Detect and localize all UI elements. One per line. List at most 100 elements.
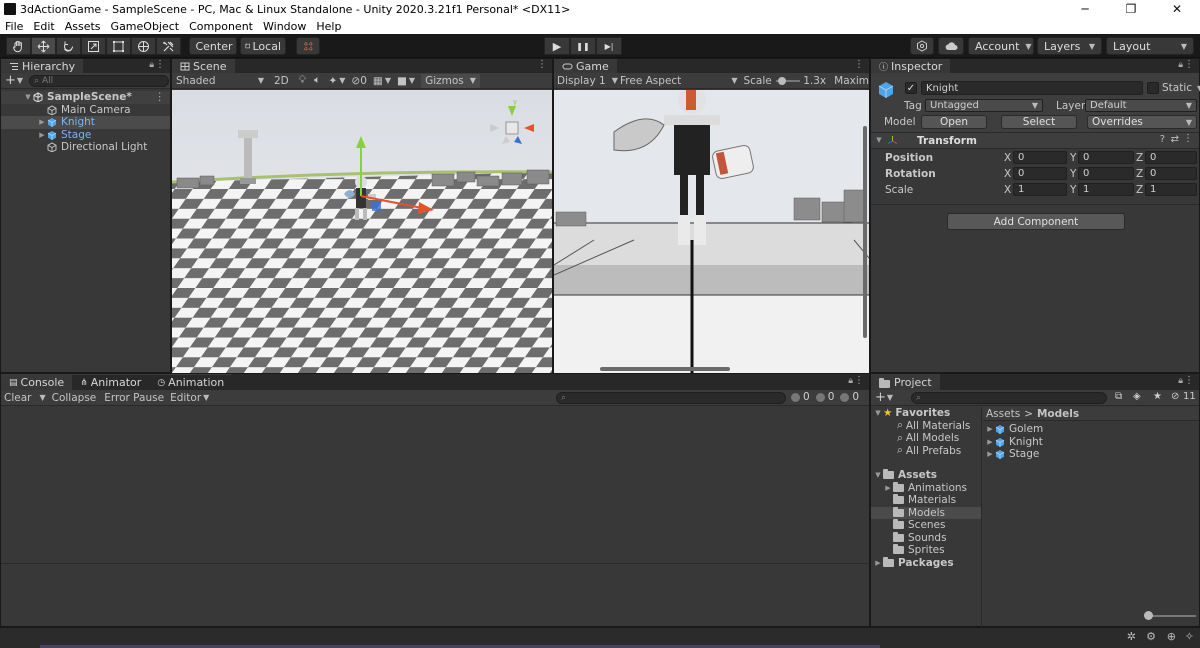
packages-folder[interactable]: ▶ Packages (871, 556, 981, 570)
close-button[interactable]: ✕ (1154, 0, 1200, 18)
rotation-x-field[interactable]: 0 (1013, 167, 1067, 180)
aspect-dropdown[interactable]: Free Aspect ▼ (616, 75, 737, 87)
menu-gameobject[interactable]: GameObject (106, 20, 185, 33)
active-checkbox[interactable]: ✓ (905, 82, 917, 94)
rotation-z-field[interactable]: 0 (1145, 167, 1197, 180)
scale-x-field[interactable]: 1 (1013, 183, 1067, 196)
expand-arrow-icon[interactable]: ▶ (873, 559, 883, 567)
clear-button[interactable]: Clear (4, 392, 31, 404)
icon-size-slider[interactable] (1148, 615, 1196, 617)
display-dropdown[interactable]: Display 1 ▼ (554, 75, 618, 87)
position-x-field[interactable]: 0 (1013, 151, 1067, 164)
tab-hierarchy[interactable]: Hierarchy (1, 59, 84, 73)
kebab-menu-icon[interactable]: ⋮ (854, 375, 864, 386)
minimize-button[interactable]: ─ (1062, 0, 1108, 18)
assets-folder[interactable]: ▼ Assets (871, 469, 981, 482)
kebab-menu-icon[interactable]: ⋮ (854, 59, 864, 70)
layer-dropdown[interactable]: Default ▼ (1085, 99, 1197, 112)
asset-golem[interactable]: ▶ Golem (983, 423, 1199, 436)
asset-knight[interactable]: ▶ Knight (983, 436, 1199, 449)
scale-y-field[interactable]: 1 (1078, 183, 1134, 196)
expand-arrow-icon[interactable]: ▶ (985, 438, 995, 446)
maximize-on-play-toggle[interactable]: Maxim (834, 75, 869, 87)
log-count-badge[interactable]: 0 (791, 391, 810, 403)
hierarchy-item-directional-light[interactable]: Directional Light (1, 141, 170, 154)
expand-arrow-icon[interactable]: ▶ (37, 118, 47, 126)
lock-icon[interactable]: 🔒︎ (1178, 376, 1183, 386)
transform-tool-button[interactable] (131, 37, 156, 55)
pivot-local-button[interactable]: Local (240, 37, 286, 55)
play-button[interactable]: ▶ (544, 37, 570, 55)
chevron-down-icon[interactable]: ▼ (339, 76, 345, 85)
shading-mode-dropdown[interactable]: Shaded ▼ (172, 75, 264, 87)
hidden-packages-icon[interactable]: ⊘ (1171, 391, 1179, 402)
2d-toggle[interactable]: 2D (274, 75, 289, 87)
rect-tool-button[interactable] (106, 37, 131, 55)
static-checkbox[interactable] (1147, 82, 1159, 94)
expand-arrow-icon[interactable]: ▼ (874, 136, 884, 144)
chevron-down-icon[interactable]: ▼ (203, 393, 209, 402)
account-dropdown[interactable]: Account ▼ (968, 37, 1034, 55)
hidden-objects-icon[interactable]: ⊘ (351, 75, 360, 87)
position-y-field[interactable]: 0 (1078, 151, 1134, 164)
bug-icon[interactable]: ✲ (1127, 630, 1136, 643)
menu-file[interactable]: File (0, 20, 28, 33)
kebab-menu-icon[interactable]: ⋮ (155, 91, 166, 103)
create-asset-button[interactable]: + (875, 390, 886, 405)
folder-animations[interactable]: ▶ Animations (871, 481, 981, 495)
menu-edit[interactable]: Edit (28, 20, 59, 33)
expand-arrow-icon[interactable]: ▶ (883, 484, 893, 492)
cache-server-icon[interactable]: ⚙ (1146, 630, 1156, 643)
open-button[interactable]: Open (921, 115, 987, 129)
folder-sprites[interactable]: Sprites (871, 544, 981, 557)
hierarchy-search-input[interactable]: ⌕ All (29, 74, 170, 87)
kebab-menu-icon[interactable]: ⋮ (1184, 59, 1194, 70)
favorite-all-materials[interactable]: ⌕ All Materials (871, 419, 981, 433)
warning-count-badge[interactable]: 0 (815, 391, 834, 403)
rotate-tool-button[interactable] (56, 37, 81, 55)
tab-animation[interactable]: ◷ Animation (149, 374, 233, 390)
console-search-input[interactable]: ⌕ (556, 392, 786, 404)
audio-toggle-icon[interactable]: 🔈︎ (314, 74, 320, 87)
console-divider[interactable] (1, 563, 869, 564)
scene-root-item[interactable]: ▼ SampleScene* ⋮ (1, 91, 170, 104)
step-button[interactable]: ▶| (596, 37, 622, 55)
error-count-badge[interactable]: 0 (840, 391, 859, 403)
lighting-toggle-icon[interactable]: 💡︎ (299, 74, 306, 87)
chevron-down-icon[interactable]: ▼ (385, 76, 391, 85)
scale-tool-button[interactable] (81, 37, 106, 55)
object-name-field[interactable]: Knight (921, 81, 1143, 95)
notification-icon[interactable]: ✧ (1185, 630, 1194, 643)
folder-scenes[interactable]: Scenes (871, 519, 981, 532)
tab-inspector[interactable]: ⓘ Inspector (871, 59, 951, 73)
pivot-center-button[interactable]: Center (189, 37, 237, 55)
tab-game[interactable]: Game (554, 59, 617, 73)
lock-icon[interactable]: 🔒︎ (848, 376, 853, 386)
help-icon[interactable]: ? (1160, 134, 1165, 145)
error-pause-toggle[interactable]: Error Pause (104, 392, 164, 404)
favorite-all-models[interactable]: ⌕ All Models (871, 432, 981, 445)
scene-viewport[interactable]: y (172, 90, 552, 373)
expand-arrow-icon[interactable]: ▼ (873, 471, 883, 479)
custom-tool-button[interactable] (156, 37, 181, 55)
hierarchy-item-knight[interactable]: ▶ Knight (1, 116, 170, 129)
tag-dropdown[interactable]: Untagged ▼ (925, 99, 1043, 112)
expand-arrow-icon[interactable]: ▼ (23, 93, 33, 101)
create-button[interactable]: + (5, 73, 16, 88)
menu-window[interactable]: Window (258, 20, 311, 33)
menu-help[interactable]: Help (311, 20, 346, 33)
lock-icon[interactable]: 🔒︎ (149, 60, 154, 70)
menu-assets[interactable]: Assets (60, 20, 106, 33)
tab-console[interactable]: ▤ Console (1, 374, 73, 390)
tab-scene[interactable]: Scene (172, 59, 235, 73)
icon-size-slider-thumb[interactable] (1144, 611, 1153, 620)
kebab-menu-icon[interactable]: ⋮ (1184, 375, 1194, 386)
asset-stage[interactable]: ▶ Stage (983, 448, 1199, 461)
kebab-menu-icon[interactable]: ⋮ (1183, 133, 1193, 144)
lock-icon[interactable]: 🔒︎ (1178, 60, 1183, 70)
menu-component[interactable]: Component (184, 20, 258, 33)
breadcrumb-assets[interactable]: Assets (986, 408, 1020, 420)
rotation-y-field[interactable]: 0 (1078, 167, 1134, 180)
chevron-down-icon[interactable]: ▼ (887, 393, 893, 402)
effects-toggle-icon[interactable]: ✦ (328, 75, 337, 87)
